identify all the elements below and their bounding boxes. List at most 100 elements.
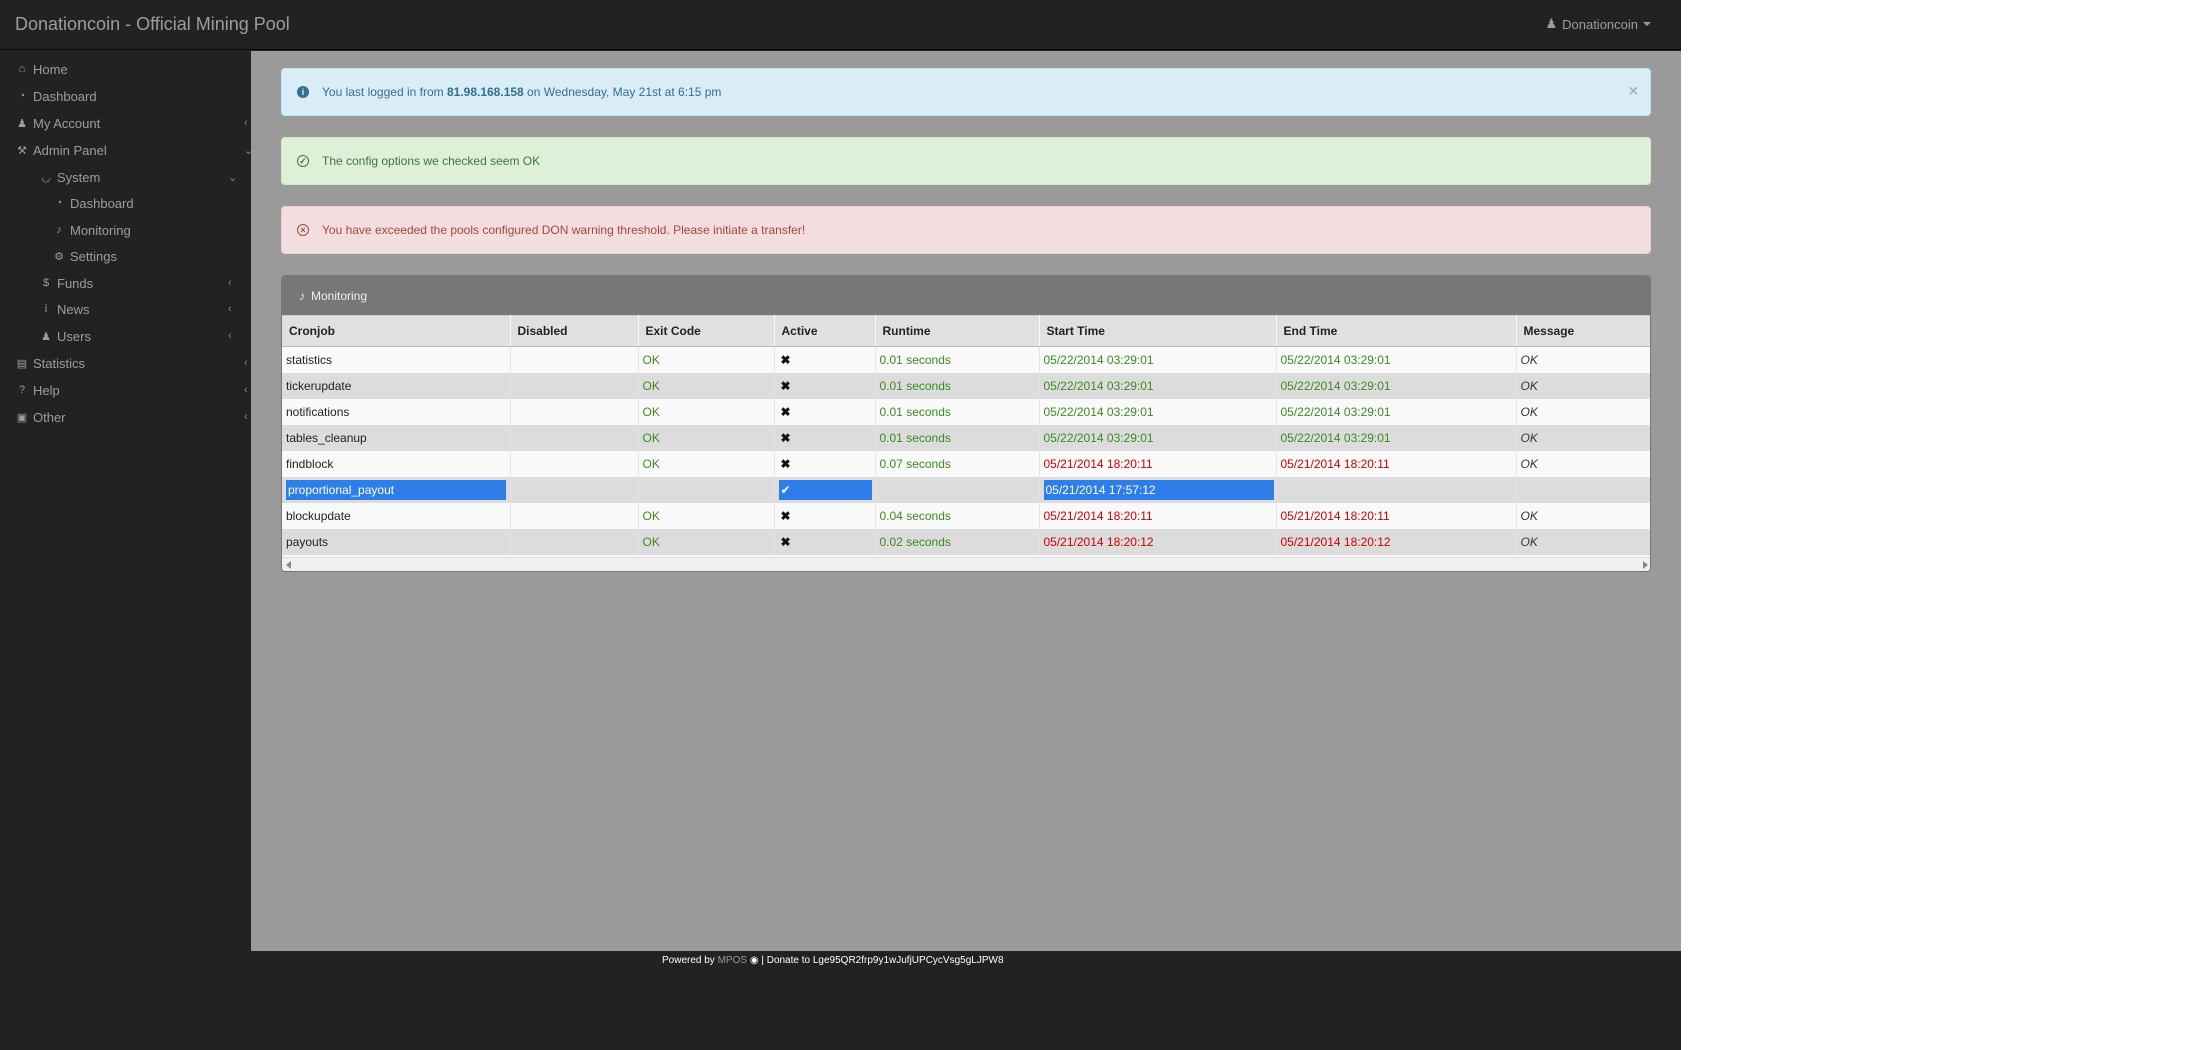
home-icon: ⌂ — [18, 63, 26, 75]
wrench-icon: ⚒ — [17, 144, 27, 157]
cell-cronjob: tables_cleanup — [282, 424, 511, 451]
bell-icon: ♪ — [56, 224, 62, 236]
sidebar-item-label: Funds — [57, 275, 94, 291]
config-ok-alert: ✓ The config options we checked seem OK — [281, 137, 1651, 185]
horizontal-scrollbar[interactable] — [282, 557, 1650, 571]
chevron-left-icon: ‹ — [228, 303, 232, 315]
top-navbar: Donationcoin - Official Mining Pool ♟ Do… — [0, 0, 1681, 50]
close-icon[interactable]: × — [1629, 83, 1638, 101]
sidebar-item-label: Dashboard — [70, 195, 134, 211]
column-header-message[interactable]: Message — [1516, 315, 1650, 347]
table-row[interactable]: findblock OK ✖ 0.07 seconds 05/21/2014 1… — [282, 450, 1650, 477]
dashboard-icon: ◔ — [18, 90, 26, 102]
info-circle-icon: i — [297, 86, 309, 98]
cell-start-time: 05/21/2014 18:20:11 — [1039, 502, 1277, 529]
cell-active: ✖ — [774, 502, 876, 529]
panel-title: Monitoring — [311, 288, 368, 303]
cell-cronjob: blockupdate — [282, 502, 511, 529]
table-row[interactable]: proportional_payout ✔ 05/21/2014 17:57:1… — [282, 476, 1650, 503]
scroll-right-icon[interactable] — [1643, 561, 1648, 569]
sidebar-item-other[interactable]: ▣ Other ‹ — [16, 399, 248, 435]
cell-message: OK — [1516, 398, 1650, 425]
cell-disabled — [510, 502, 639, 529]
login-ip: 81.98.168.158 — [446, 85, 524, 99]
column-header-runtime[interactable]: Runtime — [875, 315, 1040, 347]
chevron-left-icon: ‹ — [228, 277, 232, 289]
bar-chart-icon: ▤ — [16, 357, 28, 370]
cell-start-time: 05/21/2014 18:20:11 — [1039, 450, 1277, 477]
github-icon[interactable]: ◉ — [750, 955, 759, 966]
cell-disabled — [510, 398, 639, 425]
threshold-warning-alert: × You have exceeded the pools configured… — [281, 206, 1651, 254]
donate-text: | Donate to Lge95QR2frp9y1wJufjUPCycVsg5… — [758, 955, 1004, 966]
main-content: i You last logged in from 81.98.168.158 … — [251, 51, 1681, 951]
cell-runtime: 0.04 seconds — [875, 502, 1040, 529]
cell-start-time: 05/21/2014 18:20:12 — [1039, 528, 1277, 555]
cell-cronjob: payouts — [282, 528, 511, 555]
cell-cronjob: findblock — [282, 450, 511, 477]
column-header-disabled[interactable]: Disabled — [510, 315, 639, 347]
sidebar-item-label: Statistics — [33, 355, 86, 371]
chevron-left-icon: ‹ — [228, 330, 232, 342]
cell-message: OK — [1516, 528, 1650, 555]
sidebar-item-label: Users — [57, 328, 91, 344]
cell-disabled — [510, 528, 639, 555]
alert-text: You have exceeded the pools configured D… — [322, 223, 806, 237]
cell-runtime: 0.02 seconds — [875, 528, 1040, 555]
chevron-left-icon: ‹ — [244, 411, 248, 423]
scroll-left-icon[interactable] — [286, 561, 291, 569]
table-header-row: Cronjob Disabled Exit Code Active Runtim… — [282, 315, 1650, 347]
dashboard-icon: ◔ — [55, 197, 63, 209]
cell-runtime — [875, 476, 1040, 503]
sidebar-item-label: Other — [33, 409, 66, 425]
check-circle-icon: ✓ — [297, 155, 309, 167]
cell-disabled — [510, 476, 639, 503]
cell-message: OK — [1516, 346, 1650, 373]
cell-disabled — [510, 372, 639, 399]
selected-text: 05/21/2014 17:57:12 — [1043, 479, 1274, 500]
table-row[interactable]: tables_cleanup OK ✖ 0.01 seconds 05/22/2… — [282, 424, 1650, 451]
chevron-down-icon: ⌄ — [228, 171, 238, 184]
cell-disabled — [510, 346, 639, 373]
column-header-active[interactable]: Active — [774, 315, 876, 347]
table-row[interactable]: blockupdate OK ✖ 0.04 seconds 05/21/2014… — [282, 502, 1650, 529]
bell-icon: ♪ — [299, 288, 305, 303]
alert-text-suffix: on Wednesday, May 21st at 6:15 pm — [523, 85, 722, 99]
brand-title[interactable]: Donationcoin - Official Mining Pool — [15, 14, 290, 35]
cell-cronjob: statistics — [282, 346, 511, 373]
table-row[interactable]: statistics OK ✖ 0.01 seconds 05/22/2014 … — [282, 346, 1650, 373]
cell-end-time: 05/22/2014 03:29:01 — [1276, 372, 1517, 399]
caret-down-icon — [1643, 22, 1651, 26]
table-row[interactable]: tickerupdate OK ✖ 0.01 seconds 05/22/201… — [282, 372, 1650, 399]
mpos-link[interactable]: MPOS — [718, 955, 747, 966]
cell-exit-code: OK — [638, 346, 775, 373]
user-name: Donationcoin — [1562, 16, 1638, 32]
user-dropdown[interactable]: ♟ Donationcoin — [1545, 16, 1651, 32]
cell-active: ✖ — [774, 372, 876, 399]
sidebar-item-label: Admin Panel — [33, 142, 107, 158]
cell-start-time: 05/22/2014 03:29:01 — [1039, 346, 1277, 373]
cell-disabled — [510, 424, 639, 451]
chevron-left-icon: ‹ — [244, 384, 248, 396]
cell-message — [1516, 476, 1650, 503]
table-row[interactable]: payouts OK ✖ 0.02 seconds 05/21/2014 18:… — [282, 528, 1650, 555]
cell-exit-code — [638, 476, 775, 503]
cell-message: OK — [1516, 372, 1650, 399]
gears-icon: ⚙ — [54, 250, 64, 263]
cell-exit-code: OK — [638, 450, 775, 477]
cell-exit-code: OK — [638, 528, 775, 555]
cell-end-time — [1276, 476, 1517, 503]
column-header-end-time[interactable]: End Time — [1276, 315, 1517, 347]
credit-card-icon: ▣ — [16, 411, 28, 424]
column-header-exit-code[interactable]: Exit Code — [638, 315, 775, 347]
cell-end-time: 05/21/2014 18:20:12 — [1276, 528, 1517, 555]
cell-active: ✖ — [774, 424, 876, 451]
cell-start-time: 05/22/2014 03:29:01 — [1039, 424, 1277, 451]
flask-icon: ◡ — [41, 171, 51, 184]
footer: Powered by MPOS ◉ | Donate to Lge95QR2fr… — [0, 951, 1681, 1050]
column-header-start-time[interactable]: Start Time — [1039, 315, 1277, 347]
column-header-cronjob[interactable]: Cronjob — [282, 315, 511, 347]
table-row[interactable]: notifications OK ✖ 0.01 seconds 05/22/20… — [282, 398, 1650, 425]
chevron-left-icon: ‹ — [244, 357, 248, 369]
footer-text: Powered by MPOS ◉ | Donate to Lge95QR2fr… — [662, 955, 1004, 966]
